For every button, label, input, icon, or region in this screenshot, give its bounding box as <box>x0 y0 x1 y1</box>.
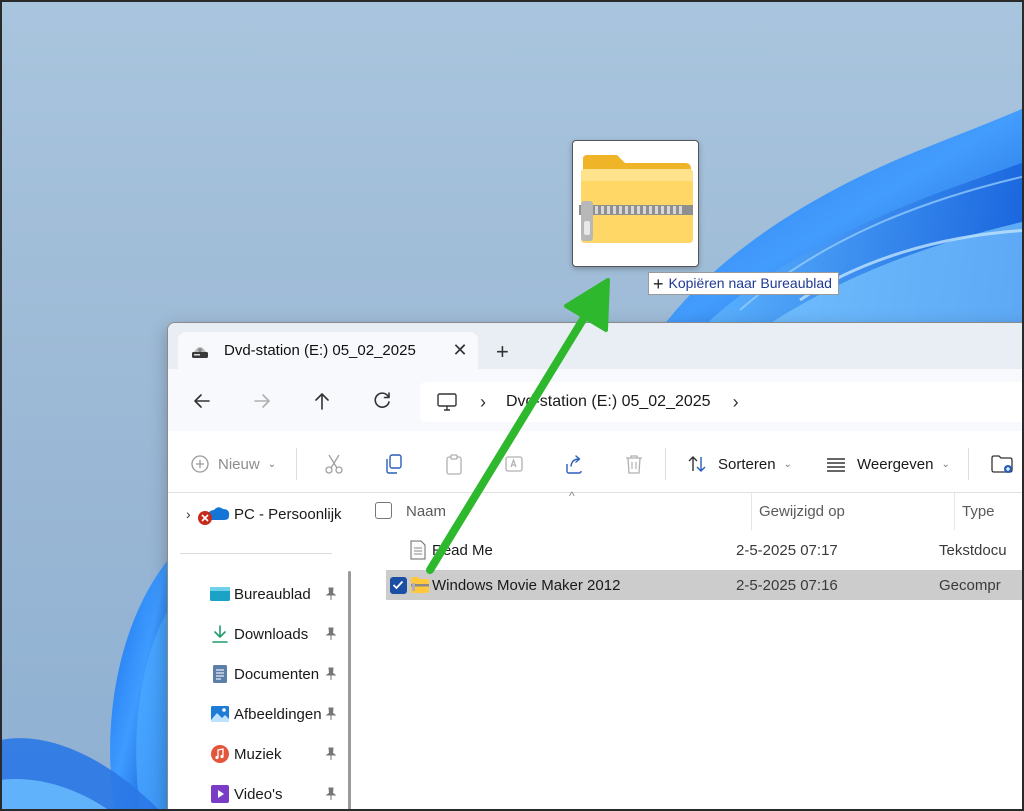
file-modified: 2-5-2025 07:17 <box>736 541 838 559</box>
divider <box>968 448 969 480</box>
sort-icon <box>688 456 706 472</box>
pin-icon[interactable] <box>324 707 338 721</box>
navigation-bar: › Dvd-station (E:) 05_02_2025 › <box>168 369 1024 431</box>
file-explorer-window[interactable]: Dvd-station (E:) 05_02_2025 ✕ + › Dvd-st… <box>167 322 1024 811</box>
this-pc-icon <box>437 393 457 411</box>
divider <box>665 448 666 480</box>
command-bar: Nieuw ⌄ Sorteren ⌄ Weergeven ⌄ <box>168 431 1024 493</box>
sidebar-item-videos[interactable]: Video's <box>168 777 344 811</box>
sort-button-label: Sorteren <box>718 455 776 473</box>
sidebar-item-documents[interactable]: Documenten <box>168 657 344 691</box>
plus-circle-icon <box>191 455 209 473</box>
videos-icon <box>211 785 229 803</box>
address-bar[interactable]: › Dvd-station (E:) 05_02_2025 › <box>420 382 1024 422</box>
divider <box>296 448 297 480</box>
text-file-icon <box>410 540 426 560</box>
zip-folder-icon <box>411 577 429 593</box>
sidebar-item-label: Afbeeldingen <box>234 705 322 723</box>
file-type: Tekstdocu <box>939 541 1007 559</box>
column-header-modified[interactable]: Gewijzigd op <box>759 493 845 530</box>
sidebar-item-desktop[interactable]: Bureaublad <box>168 577 344 611</box>
forward-arrow-icon[interactable] <box>250 389 274 413</box>
view-button-label: Weergeven <box>857 455 934 473</box>
sidebar-item-pictures[interactable]: Afbeeldingen <box>168 697 344 731</box>
view-button[interactable]: Weergeven ⌄ <box>825 452 950 476</box>
checkmark-icon <box>392 580 404 589</box>
documents-icon <box>213 665 227 683</box>
onedrive-error-icon <box>198 507 230 525</box>
sidebar-item-onedrive[interactable]: › PC - Persoonlijk <box>168 497 344 531</box>
column-divider[interactable] <box>751 493 752 530</box>
chevron-down-icon: ⌄ <box>941 458 950 470</box>
up-arrow-icon[interactable] <box>310 389 334 413</box>
sidebar-item-label: Muziek <box>234 745 282 763</box>
sidebar-item-label: Documenten <box>234 665 320 683</box>
music-icon <box>211 745 229 763</box>
chevron-down-icon: ⌄ <box>783 458 792 470</box>
pin-icon[interactable] <box>324 667 338 681</box>
close-tab-icon[interactable]: ✕ <box>442 340 478 361</box>
sidebar-item-label: PC - Persoonlijk <box>234 505 342 523</box>
new-folder-icon[interactable] <box>990 452 1014 476</box>
sidebar-item-downloads[interactable]: Downloads <box>168 617 344 651</box>
sidebar-item-label: Video's <box>234 785 283 803</box>
breadcrumb-chevron-icon[interactable]: › <box>480 392 486 413</box>
column-header-name[interactable]: Naam <box>406 493 446 530</box>
download-icon <box>212 625 228 643</box>
cut-icon[interactable] <box>323 452 345 476</box>
drag-tooltip-label: Kopiëren naar Bureaublad <box>668 275 832 291</box>
title-bar[interactable]: Dvd-station (E:) 05_02_2025 ✕ + <box>168 323 1024 369</box>
view-list-icon <box>827 458 845 472</box>
dvd-drive-icon <box>192 346 208 358</box>
sort-button[interactable]: Sorteren ⌄ <box>686 452 792 476</box>
pictures-icon <box>211 706 229 722</box>
file-name: Windows Movie Maker 2012 <box>432 576 621 594</box>
new-tab-icon[interactable]: + <box>496 339 509 365</box>
sidebar-scrollbar[interactable] <box>348 571 351 811</box>
pin-icon[interactable] <box>324 587 338 601</box>
divider <box>180 553 332 554</box>
pin-icon[interactable] <box>324 747 338 761</box>
navigation-pane: › PC - Persoonlijk Bureaublad Downloads … <box>168 493 344 811</box>
desktop-icon <box>210 587 230 601</box>
sidebar-item-label: Downloads <box>234 625 309 643</box>
row-checkbox[interactable] <box>390 576 407 594</box>
column-header-type[interactable]: Type <box>962 493 995 530</box>
file-list: ^ Naam Gewijzigd op Type Read Me 2-5-202… <box>364 489 1024 811</box>
copy-icon[interactable] <box>383 452 405 476</box>
breadcrumb-current[interactable]: Dvd-station (E:) 05_02_2025 <box>506 393 711 411</box>
delete-icon[interactable] <box>623 452 645 476</box>
sidebar-item-music[interactable]: Muziek <box>168 737 344 771</box>
tab-active[interactable]: Dvd-station (E:) 05_02_2025 ✕ <box>178 332 478 369</box>
new-button[interactable]: Nieuw ⌄ <box>190 452 276 476</box>
chevron-right-icon[interactable]: › <box>186 506 191 522</box>
file-modified: 2-5-2025 07:16 <box>736 576 838 594</box>
drag-tooltip: + Kopiëren naar Bureaublad <box>648 272 839 295</box>
desktop[interactable]: + Kopiëren naar Bureaublad Dvd-station (… <box>0 0 1024 811</box>
breadcrumb-chevron-icon[interactable]: › <box>733 392 739 413</box>
paste-icon[interactable] <box>443 452 465 476</box>
tab-title: Dvd-station (E:) 05_02_2025 <box>224 342 416 359</box>
sidebar-item-label: Bureaublad <box>234 585 311 603</box>
file-row[interactable]: Read Me 2-5-2025 07:17 Tekstdocu <box>386 535 1024 565</box>
sort-ascending-icon: ^ <box>569 489 575 503</box>
back-arrow-icon[interactable] <box>190 389 214 413</box>
select-all-checkbox[interactable] <box>375 502 392 519</box>
plus-icon: + <box>653 273 664 294</box>
refresh-icon[interactable] <box>370 389 394 413</box>
file-name: Read Me <box>432 541 493 559</box>
pin-icon[interactable] <box>324 627 338 641</box>
new-button-label: Nieuw <box>218 455 260 473</box>
file-row-selected[interactable]: Windows Movie Maker 2012 2-5-2025 07:16 … <box>386 570 1024 600</box>
file-type: Gecompr <box>939 576 1001 594</box>
drag-ghost-zip-folder <box>572 140 699 267</box>
pin-icon[interactable] <box>324 787 338 801</box>
share-icon[interactable] <box>563 452 585 476</box>
rename-icon[interactable] <box>503 452 525 476</box>
chevron-down-icon: ⌄ <box>267 458 277 470</box>
zip-folder-icon <box>579 155 693 243</box>
column-divider[interactable] <box>954 493 955 530</box>
